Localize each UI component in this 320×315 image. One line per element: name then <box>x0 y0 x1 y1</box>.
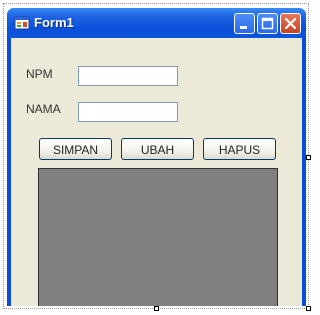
simpan-button[interactable]: SIMPAN <box>39 138 112 160</box>
title-bar[interactable]: Form1 <box>7 8 306 38</box>
resize-handle-right[interactable] <box>306 155 311 160</box>
window-title: Form1 <box>34 15 74 30</box>
data-grid-view[interactable] <box>38 168 278 306</box>
close-button[interactable] <box>280 13 301 34</box>
npm-textbox[interactable] <box>78 66 178 86</box>
form-window: Form1 NPM NAMA SIMPAN UBAH HAPUS <box>7 8 306 306</box>
maximize-button[interactable] <box>257 13 278 34</box>
nama-textbox[interactable] <box>78 102 178 122</box>
npm-label: NPM <box>26 67 53 81</box>
form-icon[interactable] <box>14 15 30 31</box>
form-client-area: NPM NAMA SIMPAN UBAH HAPUS <box>11 38 302 306</box>
minimize-icon <box>240 26 247 29</box>
close-icon <box>284 17 297 30</box>
resize-handle-bottom[interactable] <box>154 306 159 311</box>
nama-label: NAMA <box>26 102 61 116</box>
maximize-icon <box>261 17 274 30</box>
hapus-button[interactable]: HAPUS <box>203 138 276 160</box>
minimize-button[interactable] <box>234 13 255 34</box>
ubah-button[interactable]: UBAH <box>121 138 194 160</box>
resize-handle-corner[interactable] <box>306 306 311 311</box>
